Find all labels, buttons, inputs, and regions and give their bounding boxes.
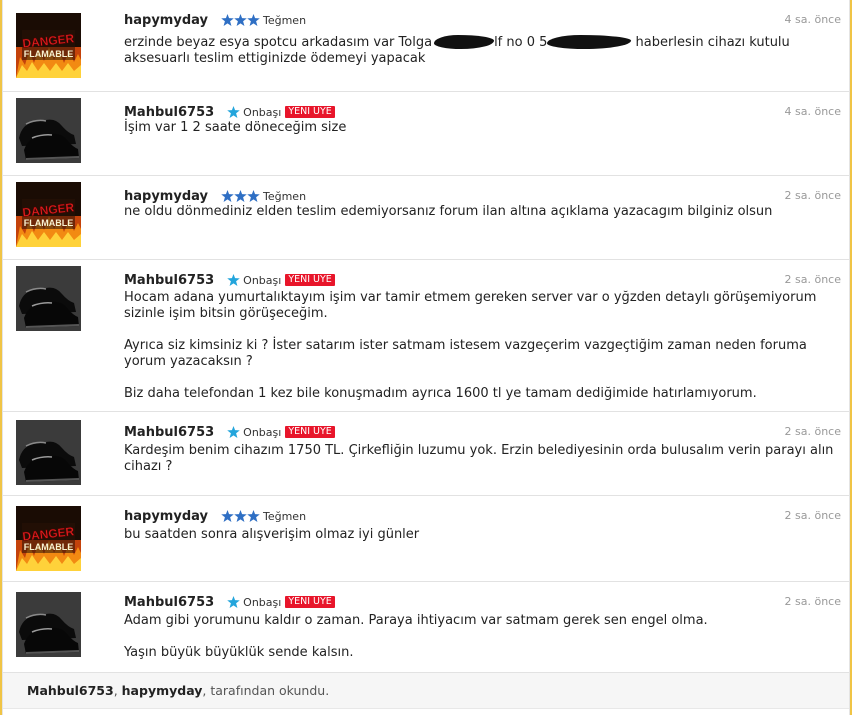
read-receipt-bar: Mahbul6753, hapymyday, tarafından okundu… [3,672,849,708]
star-icon [221,510,234,522]
avatar[interactable]: DANGER FLAMABLE [16,182,81,247]
username[interactable]: Mahbul6753 [124,425,214,440]
message-text: haberlesin cihazı kutulu [635,35,790,50]
message-text: bu saatden sonra alışverişim olmaz iyi g… [124,527,420,542]
message-item: Mahbul6753 Onbaşı YENİ ÜYE 2 sa. önce Ad… [3,582,849,672]
new-member-badge: YENİ ÜYE [285,426,335,438]
reader-username[interactable]: Mahbul6753 [27,683,114,698]
timestamp: 2 sa. önce [784,189,841,202]
message-body: Hocam adana yumurtalıktayım işim var tam… [124,290,844,402]
star-icon [227,596,240,608]
star-icon [221,190,234,202]
star-icon [227,274,240,286]
avatar-text-flamable: FLAMABLE [24,49,74,59]
message-text: ne oldu dönmediniz elden teslim edemiyor… [124,204,773,219]
user-rank: Teğmen [262,189,307,203]
message-body: İşim var 1 2 saate döneceğim size [124,120,844,136]
message-text: Biz daha telefondan 1 kez bile konuşmadı… [124,386,757,401]
new-member-badge: YENİ ÜYE [285,274,335,286]
timestamp: 4 sa. önce [784,105,841,118]
rank-stars [227,274,240,286]
timestamp: 4 sa. önce [784,13,841,26]
read-status-text: , tarafından okundu. [202,683,330,698]
star-icon [247,14,260,26]
message-text: Hocam adana yumurtalıktayım işim var tam… [124,290,817,321]
username[interactable]: Mahbul6753 [124,273,214,288]
redaction-mark [434,35,495,49]
message-text: lf no 0 5 [494,35,548,50]
user-rank: Teğmen [262,13,307,27]
star-icon [227,106,240,118]
user-rank: Onbaşı [243,105,282,119]
message-body: bu saatden sonra alışverişim olmaz iyi g… [124,527,844,543]
user-rank: Teğmen [262,509,307,523]
message-text: Yaşın büyük büyüklük sende kalsın. [124,645,354,660]
conversation-panel: DANGER FLAMABLE hapymyday Teğmen 4 sa. ö… [2,0,850,715]
message-header: hapymyday Teğmen [124,188,306,204]
message-text: Ayrıca siz kimsiniz ki ? İster satarım i… [124,338,807,369]
timestamp: 2 sa. önce [784,509,841,522]
bottom-divider [3,708,849,715]
reader-separator: , [113,683,122,698]
timestamp: 2 sa. önce [784,425,841,438]
star-icon [221,14,234,26]
username[interactable]: hapymyday [124,509,208,524]
star-icon [227,426,240,438]
message-item: Mahbul6753 Onbaşı YENİ ÜYE 2 sa. önce Ka… [3,412,849,496]
username[interactable]: Mahbul6753 [124,595,214,610]
rank-stars [227,426,240,438]
avatar[interactable] [16,420,81,485]
star-icon [234,190,247,202]
message-body: Adam gibi yorumunu kaldır o zaman. Paray… [124,613,844,661]
message-header: hapymyday Teğmen [124,12,306,28]
rank-stars [227,106,240,118]
rank-stars [221,510,260,522]
avatar[interactable]: DANGER FLAMABLE [16,13,81,78]
reader-username[interactable]: hapymyday [122,683,203,698]
avatar[interactable]: DANGER FLAMABLE [16,506,81,571]
message-item: Mahbul6753 Onbaşı YENİ ÜYE 4 sa. önce İş… [3,92,849,176]
message-header: Mahbul6753 Onbaşı YENİ ÜYE [124,272,335,288]
new-member-badge: YENİ ÜYE [285,106,335,118]
star-icon [234,14,247,26]
message-header: Mahbul6753 Onbaşı YENİ ÜYE [124,424,335,440]
timestamp: 2 sa. önce [784,595,841,608]
message-text: İşim var 1 2 saate döneceğim size [124,120,347,135]
conversation-frame: DANGER FLAMABLE hapymyday Teğmen 4 sa. ö… [0,0,852,715]
avatar-text-flamable: FLAMABLE [24,218,74,228]
message-header: Mahbul6753 Onbaşı YENİ ÜYE [124,594,335,610]
message-text: erzinde beyaz esya spotcu arkadasım var … [124,35,433,50]
message-item: DANGER FLAMABLE hapymyday Teğmen 2 sa. ö… [3,176,849,260]
message-header: Mahbul6753 Onbaşı YENİ ÜYE [124,104,335,120]
message-item: DANGER FLAMABLE hapymyday Teğmen 4 sa. ö… [3,0,849,92]
message-item: Mahbul6753 Onbaşı YENİ ÜYE 2 sa. önce Ho… [3,260,849,412]
avatar[interactable] [16,592,81,657]
message-text: aksesuarlı teslim ettiginizde ödemeyi ya… [124,51,426,66]
new-member-badge: YENİ ÜYE [285,596,335,608]
rank-stars [227,596,240,608]
message-item: DANGER FLAMABLE hapymyday Teğmen 2 sa. ö… [3,496,849,582]
star-icon [234,510,247,522]
rank-stars [221,14,260,26]
user-rank: Onbaşı [243,273,282,287]
user-rank: Onbaşı [243,425,282,439]
message-body: Kardeşim benim cihazım 1750 TL. Çirkefli… [124,443,844,475]
message-text: Kardeşim benim cihazım 1750 TL. Çirkefli… [124,443,834,474]
username[interactable]: hapymyday [124,189,208,204]
star-icon [247,510,260,522]
redaction-mark [547,35,632,49]
message-body: erzinde beyaz esya spotcu arkadasım var … [124,35,844,67]
user-rank: Onbaşı [243,595,282,609]
message-body: ne oldu dönmediniz elden teslim edemiyor… [124,204,844,220]
timestamp: 2 sa. önce [784,273,841,286]
message-text: Adam gibi yorumunu kaldır o zaman. Paray… [124,613,708,628]
avatar[interactable] [16,266,81,331]
username[interactable]: hapymyday [124,13,208,28]
star-icon [247,190,260,202]
avatar[interactable] [16,98,81,163]
avatar-text-flamable: FLAMABLE [24,542,74,552]
rank-stars [221,190,260,202]
username[interactable]: Mahbul6753 [124,105,214,120]
message-header: hapymyday Teğmen [124,508,306,524]
